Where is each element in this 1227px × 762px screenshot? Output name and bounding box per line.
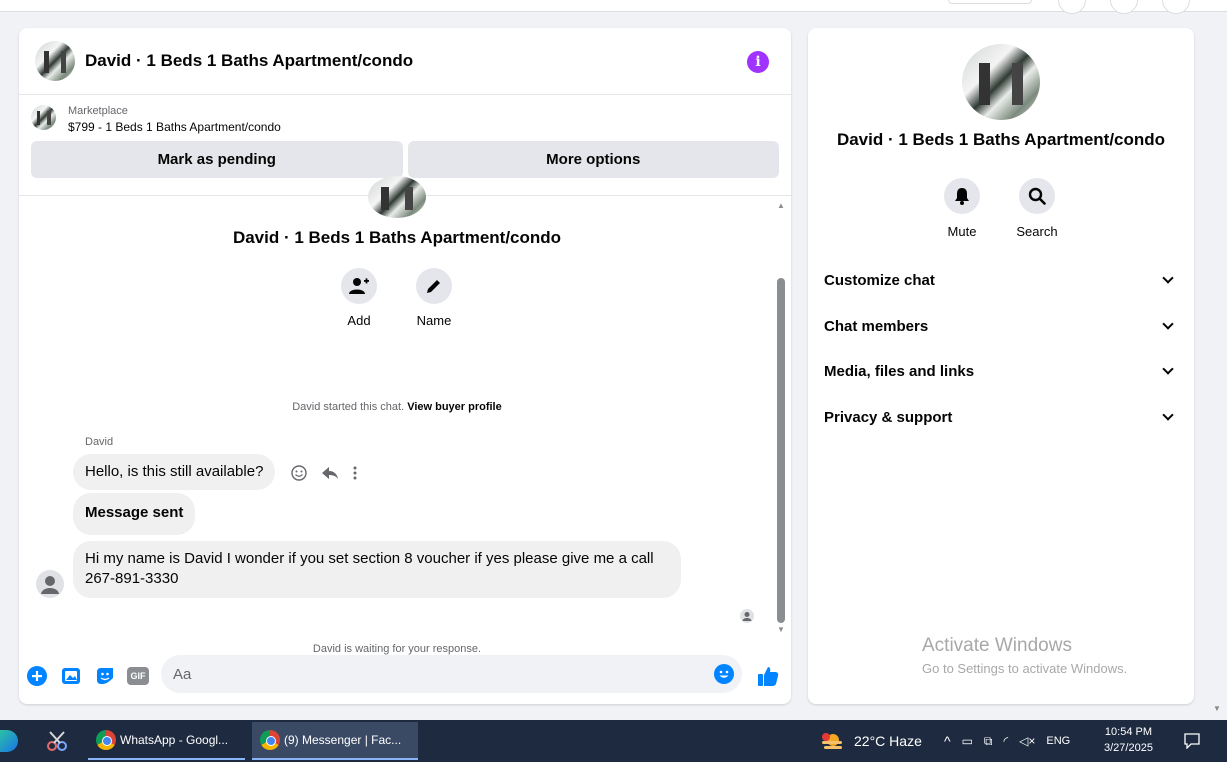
clock-date: 3/27/2025 xyxy=(1104,742,1153,754)
search-icon[interactable] xyxy=(1019,178,1055,214)
privacy-support-section[interactable]: Privacy & support xyxy=(824,405,1178,429)
react-icon[interactable] xyxy=(291,465,307,481)
section-label: Privacy & support xyxy=(824,408,953,426)
mute-action[interactable]: Mute xyxy=(930,178,994,239)
edge-icon[interactable] xyxy=(0,720,18,762)
speaker-muted-icon[interactable]: ◁× xyxy=(1019,734,1035,748)
chat-header: David · 1 Beds 1 Baths Apartment/condo i xyxy=(19,28,791,95)
chevron-down-icon xyxy=(1162,363,1174,375)
plus-circle-icon[interactable] xyxy=(27,666,47,686)
pencil-icon[interactable] xyxy=(416,268,452,304)
add-label: Add xyxy=(347,313,371,328)
chevron-down-icon xyxy=(1162,409,1174,421)
conversation-avatar xyxy=(368,176,426,218)
battery-icon[interactable]: ▭ xyxy=(962,734,973,748)
listing-avatar[interactable] xyxy=(35,41,75,81)
windows-taskbar: WhatsApp - Googl... (9) Messenger | Fac.… xyxy=(0,720,1227,762)
chevron-down-icon xyxy=(1162,318,1174,330)
watermark-subtitle: Go to Settings to activate Windows. xyxy=(922,661,1128,676)
reply-icon[interactable] xyxy=(321,466,339,480)
add-person-icon[interactable] xyxy=(341,268,377,304)
sticker-icon[interactable] xyxy=(95,666,115,686)
section-label: Media, files and links xyxy=(824,362,975,380)
marketplace-label: Marketplace xyxy=(68,105,128,117)
search-label: Search xyxy=(1016,224,1058,239)
scroll-down-arrow[interactable]: ▼ xyxy=(776,626,786,634)
chevron-down-icon xyxy=(1162,272,1174,284)
chat-title[interactable]: David · 1 Beds 1 Baths Apartment/condo xyxy=(85,51,413,71)
listing-thumbnail[interactable] xyxy=(31,105,56,130)
meet-now-icon[interactable]: ⧉ xyxy=(984,734,993,749)
windows-activation-watermark: Activate Windows Go to Settings to activ… xyxy=(922,634,1127,678)
language-indicator[interactable]: ENG xyxy=(1046,735,1070,747)
top-circle-button[interactable] xyxy=(1058,0,1086,14)
message-input-container[interactable] xyxy=(161,655,742,693)
mark-pending-button[interactable]: Mark as pending xyxy=(31,141,403,178)
chat-started-notice: David started this chat. View buyer prof… xyxy=(19,401,775,413)
bell-icon[interactable] xyxy=(944,178,980,214)
chat-panel: David · 1 Beds 1 Baths Apartment/condo i… xyxy=(19,28,791,704)
view-buyer-profile-link[interactable]: View buyer profile xyxy=(407,401,502,413)
section-label: Customize chat xyxy=(824,271,935,289)
taskbar-app-whatsapp[interactable]: WhatsApp - Googl... xyxy=(88,722,245,760)
listing-price[interactable]: $799 - 1 Beds 1 Baths Apartment/condo xyxy=(68,119,281,135)
sender-avatar[interactable] xyxy=(36,570,64,598)
gif-icon[interactable]: GIF xyxy=(127,667,149,685)
more-options-button[interactable]: More options xyxy=(407,141,779,178)
message-input[interactable] xyxy=(161,655,681,693)
chat-members-section[interactable]: Chat members xyxy=(824,314,1178,338)
mute-label: Mute xyxy=(947,224,977,239)
taskbar-app-messenger[interactable]: (9) Messenger | Fac... xyxy=(252,722,418,760)
weather-text: 22°C Haze xyxy=(854,733,922,749)
more-vertical-icon[interactable] xyxy=(353,466,357,480)
page-scroll-down-arrow[interactable]: ▼ xyxy=(1213,704,1221,713)
info-icon[interactable]: i xyxy=(747,51,769,73)
watermark-title: Activate Windows xyxy=(922,635,1072,656)
info-avatar[interactable] xyxy=(962,44,1040,120)
taskbar-app-label: WhatsApp - Googl... xyxy=(120,733,229,747)
message-actions xyxy=(291,465,357,481)
chrome-icon xyxy=(96,730,116,750)
add-action[interactable]: Add xyxy=(329,268,389,328)
name-label: Name xyxy=(416,313,452,328)
clock[interactable]: 10:54 PM 3/27/2025 xyxy=(1104,724,1153,756)
top-circle-button[interactable] xyxy=(1110,0,1138,14)
emoji-icon[interactable] xyxy=(714,664,734,684)
chat-scrollbar-thumb[interactable] xyxy=(777,278,785,623)
message-bubble[interactable]: Hi my name is David I wonder if you set … xyxy=(73,541,681,598)
thumbs-up-icon[interactable] xyxy=(757,665,779,687)
conversation-name: David · 1 Beds 1 Baths Apartment/condo xyxy=(232,228,562,247)
info-title: David · 1 Beds 1 Baths Apartment/condo xyxy=(836,130,1166,149)
message-bubble[interactable]: Message sent xyxy=(73,493,196,535)
sender-name: David xyxy=(85,436,114,448)
search-action[interactable]: Search xyxy=(1005,178,1069,239)
notifications-icon[interactable] xyxy=(1184,720,1200,762)
message-bubble[interactable]: Hello, is this still available? xyxy=(73,454,276,490)
seen-avatar xyxy=(740,609,754,623)
started-text: David started this chat. xyxy=(292,401,405,413)
taskbar-app-label: (9) Messenger | Fac... xyxy=(284,733,402,747)
name-action[interactable]: Name xyxy=(404,268,464,328)
profile-avatar[interactable] xyxy=(1162,0,1190,14)
weather-widget[interactable]: 22°C Haze xyxy=(820,720,922,762)
section-label: Chat members xyxy=(824,317,929,335)
scroll-up-arrow[interactable]: ▲ xyxy=(776,202,786,210)
wifi-icon[interactable]: ◜ xyxy=(1004,734,1009,748)
chat-info-panel: David · 1 Beds 1 Baths Apartment/condo M… xyxy=(808,28,1194,704)
message-composer: GIF xyxy=(19,652,791,702)
media-files-section[interactable]: Media, files and links xyxy=(824,359,1178,383)
chrome-icon xyxy=(260,730,280,750)
conversation-area: David · 1 Beds 1 Baths Apartment/condo A… xyxy=(19,176,791,655)
image-icon[interactable] xyxy=(61,666,81,686)
top-toolbar-strip xyxy=(0,0,1227,14)
clock-time: 10:54 PM xyxy=(1104,726,1153,738)
chevron-up-icon[interactable]: ^ xyxy=(944,733,951,749)
snipping-tool-icon[interactable] xyxy=(46,720,68,762)
weather-icon xyxy=(822,733,842,749)
system-tray: ^ ▭ ⧉ ◜ ◁× ENG xyxy=(944,720,1070,762)
top-button[interactable] xyxy=(948,0,1032,4)
customize-chat-section[interactable]: Customize chat xyxy=(824,268,1178,292)
